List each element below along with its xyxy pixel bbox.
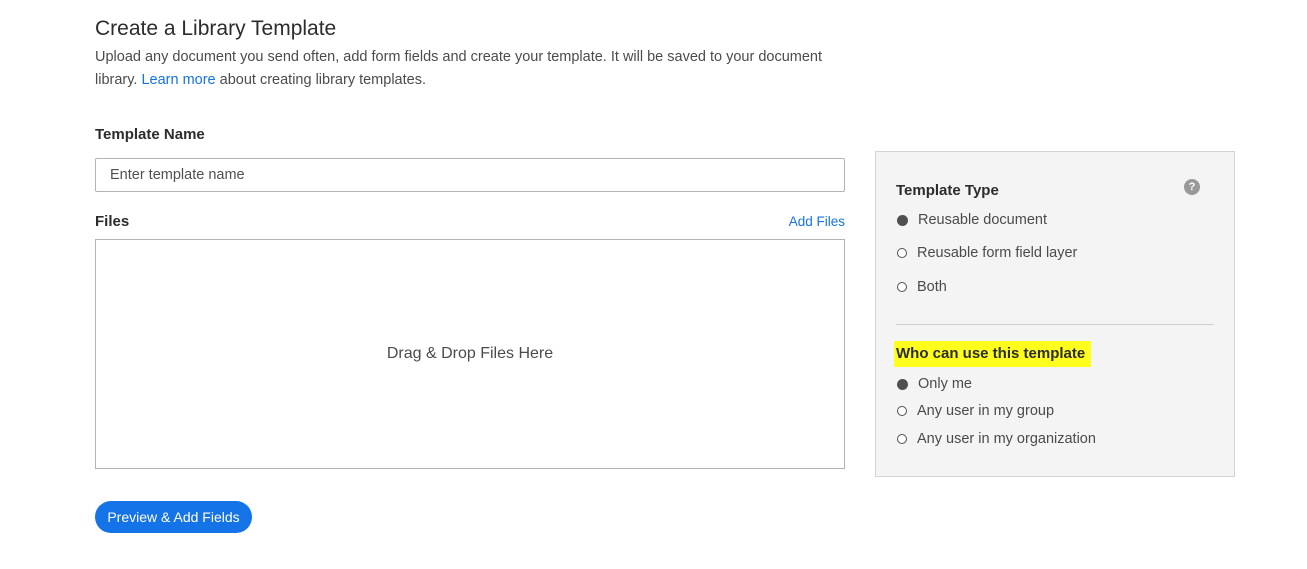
radio-label: Reusable form field layer	[917, 245, 1078, 261]
radio-button[interactable]	[897, 378, 908, 390]
template-type-heading: Template Type	[896, 182, 999, 199]
radio-reusable-form-field-layer[interactable]: Reusable form field layer	[897, 245, 1077, 261]
template-name-input[interactable]	[95, 158, 845, 192]
panel-divider	[896, 324, 1214, 325]
radio-label: Only me	[918, 376, 972, 392]
description-text-end: about creating library templates.	[219, 72, 426, 88]
dropzone-text: Drag & Drop Files Here	[386, 345, 554, 362]
radio-any-user-in-group[interactable]: Any user in my group	[897, 403, 1054, 419]
template-name-label: Template Name	[95, 126, 205, 143]
options-panel: Template Type ? Reusable document Reusab…	[875, 151, 1235, 477]
preview-add-fields-button[interactable]: Preview & Add Fields	[95, 501, 252, 533]
highlighted-heading-text: Who can use this template	[894, 341, 1092, 367]
radio-button[interactable]	[897, 406, 907, 416]
radio-any-user-in-organization[interactable]: Any user in my organization	[897, 431, 1096, 447]
add-files-link[interactable]: Add Files	[760, 214, 845, 229]
radio-only-me[interactable]: Only me	[897, 376, 972, 392]
radio-label: Reusable document	[918, 212, 1047, 228]
learn-more-link[interactable]: Learn more	[141, 72, 215, 88]
question-circle-icon[interactable]: ?	[1184, 179, 1200, 195]
radio-label: Any user in my group	[917, 403, 1055, 419]
radio-button[interactable]	[897, 248, 907, 258]
radio-label: Any user in my organization	[917, 431, 1096, 447]
who-can-use-heading: Who can use this template	[894, 341, 1092, 367]
files-label: Files	[95, 213, 130, 230]
radio-button[interactable]	[897, 434, 907, 444]
file-dropzone[interactable]: Drag & Drop Files Here	[95, 239, 845, 469]
radio-label: Both	[917, 279, 947, 295]
radio-button[interactable]	[897, 282, 907, 292]
radio-both[interactable]: Both	[897, 279, 947, 295]
radio-button[interactable]	[897, 214, 908, 226]
page-title: Create a Library Template	[95, 17, 337, 40]
page-description: Upload any document you send often, add …	[95, 46, 855, 92]
radio-reusable-document[interactable]: Reusable document	[897, 212, 1047, 228]
